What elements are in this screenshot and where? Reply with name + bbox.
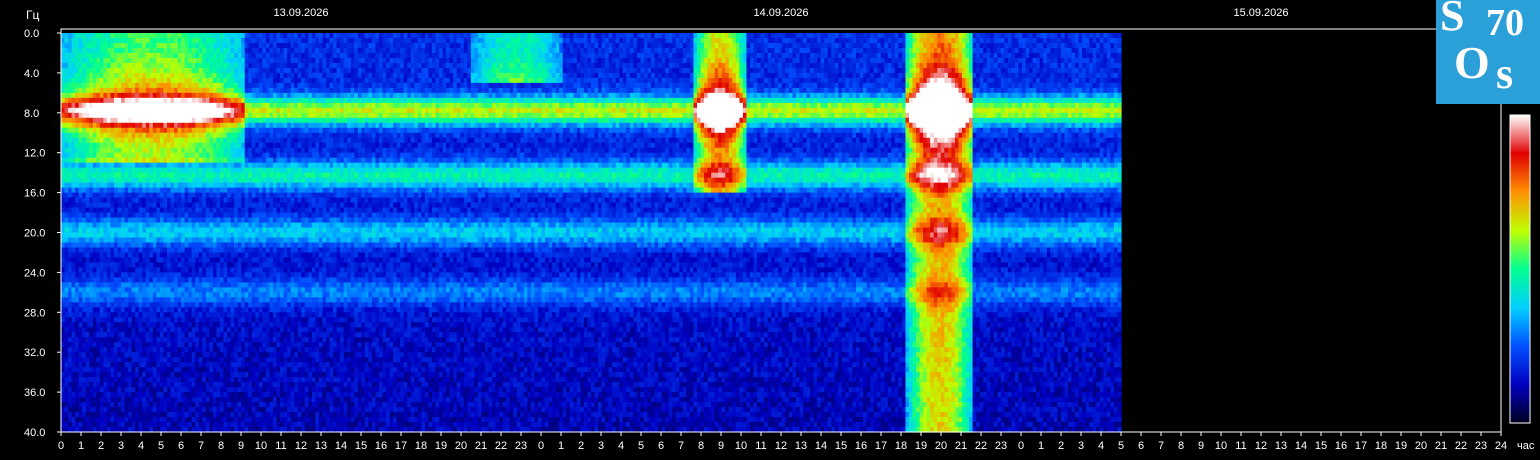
x-tick-label: 17 (875, 440, 887, 452)
x-tick-label: 14 (1295, 440, 1307, 452)
x-tick-label: 15 (355, 440, 367, 452)
y-tick-label: 0.0 (24, 28, 39, 40)
x-tick-label: 13 (315, 440, 327, 452)
x-tick-label: 23 (995, 440, 1007, 452)
spectrogram-cells (61, 33, 1122, 433)
x-tick-label: 16 (855, 440, 867, 452)
logo-letter-s-small: s (1496, 52, 1513, 96)
x-tick-label: 14 (335, 440, 347, 452)
logo-letter-o: O (1454, 40, 1490, 86)
logo-number: 70 (1486, 4, 1524, 42)
x-tick-label: 15 (835, 440, 847, 452)
x-tick-label: 7 (198, 440, 204, 452)
x-tick-label: 9 (718, 440, 724, 452)
x-tick-label: 0 (1018, 440, 1024, 452)
date-label: 15.09.2026 (1233, 7, 1288, 19)
x-tick-label: 5 (1118, 440, 1124, 452)
x-tick-label: 23 (1475, 440, 1487, 452)
x-tick-label: 5 (158, 440, 164, 452)
x-tick-label: 21 (955, 440, 967, 452)
x-tick-label: 22 (495, 440, 507, 452)
x-tick-label: 11 (275, 440, 286, 452)
x-tick-label: 16 (375, 440, 387, 452)
x-tick-label: 1 (1038, 440, 1044, 452)
x-tick-label: 20 (935, 440, 947, 452)
x-tick-label: 8 (698, 440, 704, 452)
x-axis-label: час (1517, 440, 1535, 452)
y-tick-label: 32.0 (24, 347, 45, 359)
x-tick-label: 2 (1058, 440, 1064, 452)
plot-area (61, 33, 1122, 433)
x-tick-label: 13 (795, 440, 807, 452)
y-tick-label: 16.0 (24, 188, 45, 200)
x-tick-label: 19 (435, 440, 447, 452)
x-tick-label: 16 (1335, 440, 1347, 452)
x-tick-label: 1 (558, 440, 564, 452)
x-tick-label: 20 (455, 440, 467, 452)
y-tick-label: 28.0 (24, 307, 45, 319)
colorbar (1509, 114, 1531, 424)
x-tick-label: 19 (915, 440, 927, 452)
y-tick-label: 4.0 (24, 68, 39, 80)
x-tick-label: 19 (1395, 440, 1407, 452)
y-tick-label: 40.0 (24, 427, 45, 439)
x-tick-label: 11 (755, 440, 766, 452)
x-tick-label: 14 (815, 440, 827, 452)
x-tick-label: 7 (1158, 440, 1164, 452)
x-tick-label: 18 (415, 440, 427, 452)
spectrogram-chart: 0.0 4.0 8.0 12.0 16.0 20.0 24.0 28.0 32.0 36.0 40.… (0, 0, 1540, 460)
x-tick-label: 12 (775, 440, 787, 452)
logo-letter-s: S (1440, 0, 1464, 38)
y-tick-label: 12.0 (24, 148, 45, 160)
x-tick-label: 17 (1355, 440, 1367, 452)
x-tick-label: 10 (255, 440, 267, 452)
x-tick-label: 23 (515, 440, 527, 452)
x-tick-label: 5 (638, 440, 644, 452)
x-tick-label: 21 (475, 440, 487, 452)
x-tick-label: 9 (1198, 440, 1204, 452)
x-tick-label: 9 (238, 440, 244, 452)
x-tick-label: 18 (1375, 440, 1387, 452)
x-tick-label: 10 (735, 440, 747, 452)
x-tick-label: 21 (1435, 440, 1447, 452)
x-tick-label: 6 (658, 440, 664, 452)
x-tick-label: 10 (1215, 440, 1227, 452)
x-tick-label: 2 (98, 440, 104, 452)
x-tick-label: 15 (1315, 440, 1327, 452)
x-tick-label: 12 (1255, 440, 1267, 452)
x-tick-label: 6 (1138, 440, 1144, 452)
y-tick-label: 24.0 (24, 267, 45, 279)
x-tick-label: 20 (1415, 440, 1427, 452)
x-tick-label: 24 (1495, 440, 1507, 452)
x-tick-label: 22 (1455, 440, 1467, 452)
x-tick-label: 3 (118, 440, 124, 452)
date-label: 13.09.2026 (273, 7, 328, 19)
x-tick-label: 0 (538, 440, 544, 452)
x-tick-label: 7 (678, 440, 684, 452)
x-tick-label: 3 (598, 440, 604, 452)
x-tick-label: 1 (78, 440, 84, 452)
x-tick-label: 13 (1275, 440, 1287, 452)
x-tick-label: 0 (58, 440, 64, 452)
x-tick-label: 12 (295, 440, 307, 452)
y-tick-label: 8.0 (24, 108, 39, 120)
x-tick-label: 22 (975, 440, 987, 452)
x-tick-label: 6 (178, 440, 184, 452)
x-tick-label: 11 (1235, 440, 1246, 452)
x-tick-label: 4 (1098, 440, 1104, 452)
x-tick-label: 18 (895, 440, 907, 452)
x-tick-label: 8 (218, 440, 224, 452)
date-label: 14.09.2026 (753, 7, 808, 19)
x-tick-label: 17 (395, 440, 407, 452)
x-tick-label: 2 (578, 440, 584, 452)
x-tick-label: 8 (1178, 440, 1184, 452)
y-tick-label: 20.0 (24, 228, 45, 240)
x-tick-label: 4 (618, 440, 624, 452)
x-tick-label: 4 (138, 440, 144, 452)
x-tick-label: 3 (1078, 440, 1084, 452)
y-axis-label: Гц (26, 8, 39, 22)
logo: S 70 O s (1436, 0, 1540, 104)
y-tick-label: 36.0 (24, 387, 45, 399)
